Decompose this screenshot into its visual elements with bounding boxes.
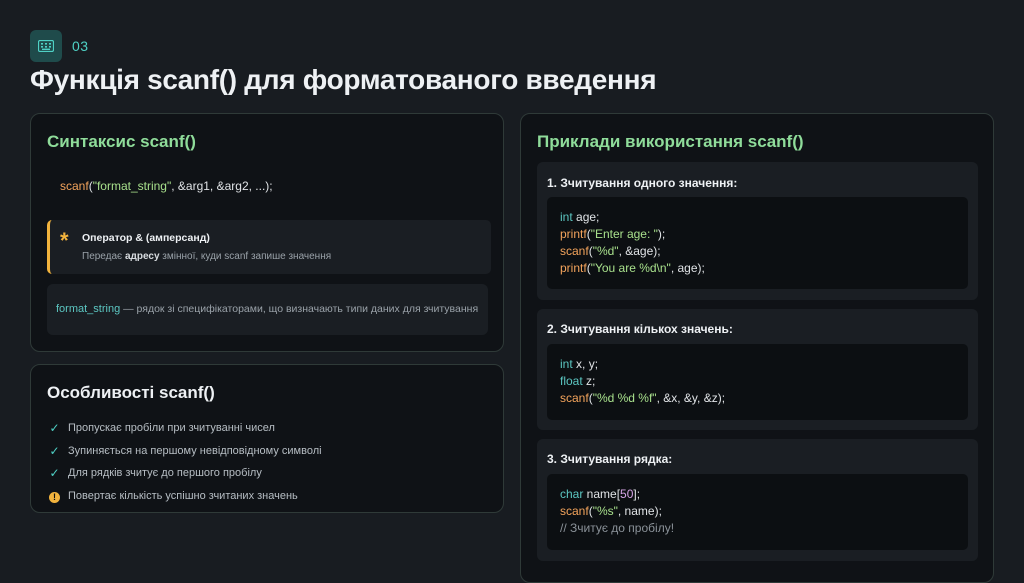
keyboard-icon — [38, 40, 54, 52]
format-term: format_string — [56, 303, 121, 315]
examples-card: Приклади використання scanf() 1. Зчитува… — [520, 113, 994, 583]
code-line: scanf("%d %d %f", &x, &y, &z); — [560, 391, 726, 405]
format-string-note: format_string — рядок зі специфікаторами… — [47, 284, 488, 335]
operator-title: Оператор & (амперсанд) — [82, 232, 210, 244]
list-item: ✓ Для рядків зчитує до першого пробілу — [49, 466, 262, 481]
code-line: printf("You are %d\n", age); — [560, 261, 705, 275]
examples-title: Приклади використання scanf() — [537, 132, 804, 151]
format-desc: — рядок зі специфікаторами, що визначают… — [120, 303, 479, 315]
code-line: int x, y; — [560, 357, 599, 371]
example-2-code: int x, y; float z; scanf("%d %d %f", &x,… — [547, 344, 968, 420]
list-item: ✓ Пропускає пробіли при зчитуванні чисел — [49, 421, 275, 436]
code-line: scanf("%d", &age); — [560, 244, 661, 258]
code-line: int age; — [560, 210, 600, 224]
slide-number: 03 — [72, 38, 89, 54]
warning-icon: ! — [48, 489, 61, 503]
example-1-code: int age; printf("Enter age: "); scanf("%… — [547, 197, 968, 289]
page-title: Функція scanf() для форматованого введен… — [30, 64, 657, 95]
syntax-card: Синтаксис scanf() scanf("format_string",… — [30, 113, 504, 352]
check-icon: ✓ — [49, 466, 60, 481]
syntax-code: scanf("format_string", &arg1, &arg2, ...… — [60, 179, 273, 193]
list-item: ✓ Зупиняється на першому невідповідному с… — [49, 443, 322, 458]
code-line: scanf("%s", name); — [560, 504, 662, 518]
example-2: 2. Зчитування кількох значень: int x, y;… — [537, 309, 978, 430]
code-line: char name[50]; — [560, 487, 641, 501]
operator-note: * Оператор & (амперсанд) Передає адресу … — [47, 220, 491, 274]
check-icon: ✓ — [49, 421, 60, 436]
operator-desc: Передає адресу змінної, куди scanf запиш… — [82, 251, 332, 262]
code-line: printf("Enter age: "); — [560, 227, 666, 241]
code-line: // Зчитує до пробілу! — [560, 521, 675, 535]
example-3-code: char name[50]; scanf("%s", name); // Зчи… — [547, 474, 968, 550]
code-line: float z; — [560, 374, 596, 388]
example-1-heading: 1. Зчитування одного значення: — [547, 176, 738, 190]
features-title: Особливості scanf() — [47, 383, 215, 402]
example-1: 1. Зчитування одного значення: int age; … — [537, 162, 978, 300]
syntax-title: Синтаксис scanf() — [47, 132, 196, 151]
features-list: ✓ Пропускає пробіли при зчитуванні чисел … — [48, 417, 322, 507]
list-item: ! Повертає кількість успішно зчитаних зна… — [48, 485, 322, 508]
example-3: 3. Зчитування рядка: char name[50]; scan… — [537, 439, 978, 561]
example-2-heading: 2. Зчитування кількох значень: — [547, 322, 733, 336]
example-3-heading: 3. Зчитування рядка: — [547, 452, 673, 466]
asterisk-icon: * — [60, 228, 69, 253]
check-icon: ✓ — [49, 443, 60, 458]
keyboard-badge — [30, 30, 62, 62]
